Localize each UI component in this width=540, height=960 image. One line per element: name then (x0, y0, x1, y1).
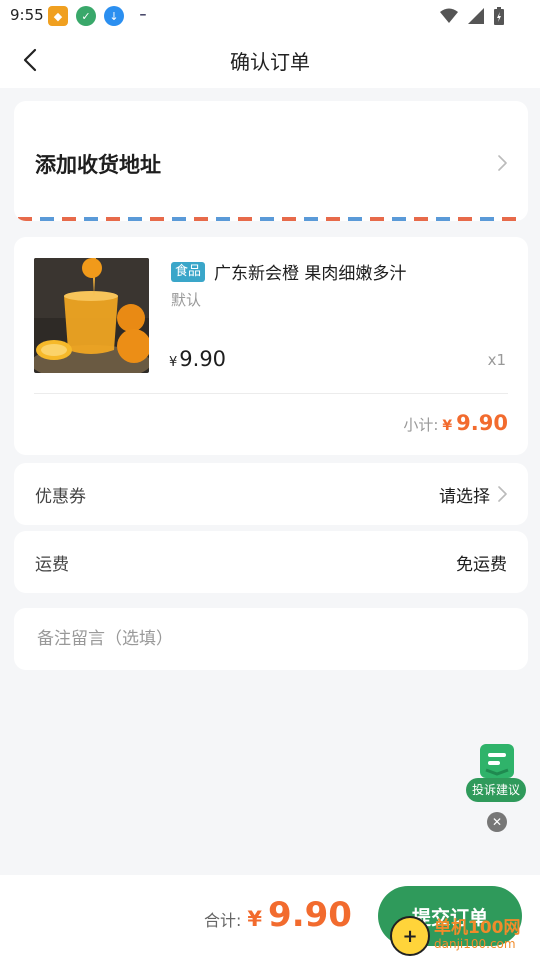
watermark-text-en: danji100.com (434, 937, 516, 951)
remark-input[interactable] (35, 622, 509, 656)
product-price-currency: ¥ (169, 355, 178, 370)
watermark-logo-icon: + (390, 916, 430, 956)
page-title: 确认订单 (230, 50, 310, 74)
shipping-label: 运费 (35, 555, 69, 575)
airmail-border (18, 217, 524, 221)
watermark-text-cn: 单机100网 (434, 918, 521, 938)
total-label: 合计: (204, 911, 242, 930)
product-variant: 默认 (171, 291, 202, 309)
product-price: ¥9.90 (169, 347, 226, 371)
total-amount: 9.90 (268, 895, 352, 935)
coupon-row[interactable]: 优惠券 请选择 (14, 463, 528, 525)
order-total: 合计: ¥ 9.90 (204, 895, 352, 935)
add-address-label: 添加收货地址 (35, 153, 161, 177)
product-category-tag: 食品 (171, 262, 206, 282)
shield-notification-icon: ✓ (76, 6, 96, 26)
close-icon[interactable]: ✕ (487, 812, 507, 832)
chevron-right-icon (498, 486, 507, 502)
subtotal-amount: 9.90 (456, 411, 508, 435)
header: 确认订单 (0, 32, 540, 88)
chevron-right-icon (498, 155, 507, 171)
watermark: + 单机100网 danji100.com (390, 916, 521, 956)
status-notification-icons: ◆ ✓ ↓ ━ (48, 6, 154, 26)
add-address-card[interactable]: 添加收货地址 (14, 101, 528, 221)
coupon-value: 请选择 (439, 487, 490, 507)
status-bar: 9:55 ◆ ✓ ↓ ━ (0, 0, 540, 32)
shipping-value: 免运费 (456, 555, 507, 575)
complaint-feedback-button[interactable]: 投诉建议 (466, 744, 528, 804)
product-price-amount: 9.90 (179, 347, 227, 371)
remark-card (14, 608, 528, 670)
download-notification-icon: ↓ (104, 6, 124, 26)
watermark-text: 单机100网 danji100.com (434, 920, 521, 952)
status-system-icons (440, 6, 504, 26)
subtotal-label: 小计: (403, 416, 439, 434)
app-notification-icon: ◆ (48, 6, 68, 26)
signal-icon (468, 8, 484, 24)
product-name: 广东新会橙 果肉细嫩多汁 (214, 264, 407, 284)
divider (34, 393, 508, 394)
product-quantity: x1 (487, 351, 506, 369)
wifi-icon (440, 8, 458, 23)
subtotal: 小计: ¥ 9.90 (403, 411, 508, 435)
complaint-label: 投诉建议 (466, 778, 526, 802)
message-icon (480, 744, 514, 778)
coupon-label: 优惠券 (35, 487, 86, 507)
shipping-row: 运费 免运费 (14, 531, 528, 593)
product-card: 食品 广东新会橙 果肉细嫩多汁 默认 ¥9.90 x1 小计: ¥ 9.90 (14, 237, 528, 455)
total-currency: ¥ (247, 907, 263, 931)
battery-icon (494, 7, 504, 25)
product-image (34, 258, 149, 373)
subtotal-currency: ¥ (442, 418, 453, 434)
status-time: 9:55 (10, 6, 44, 24)
app-logo-notification-icon: ━ (132, 6, 154, 26)
